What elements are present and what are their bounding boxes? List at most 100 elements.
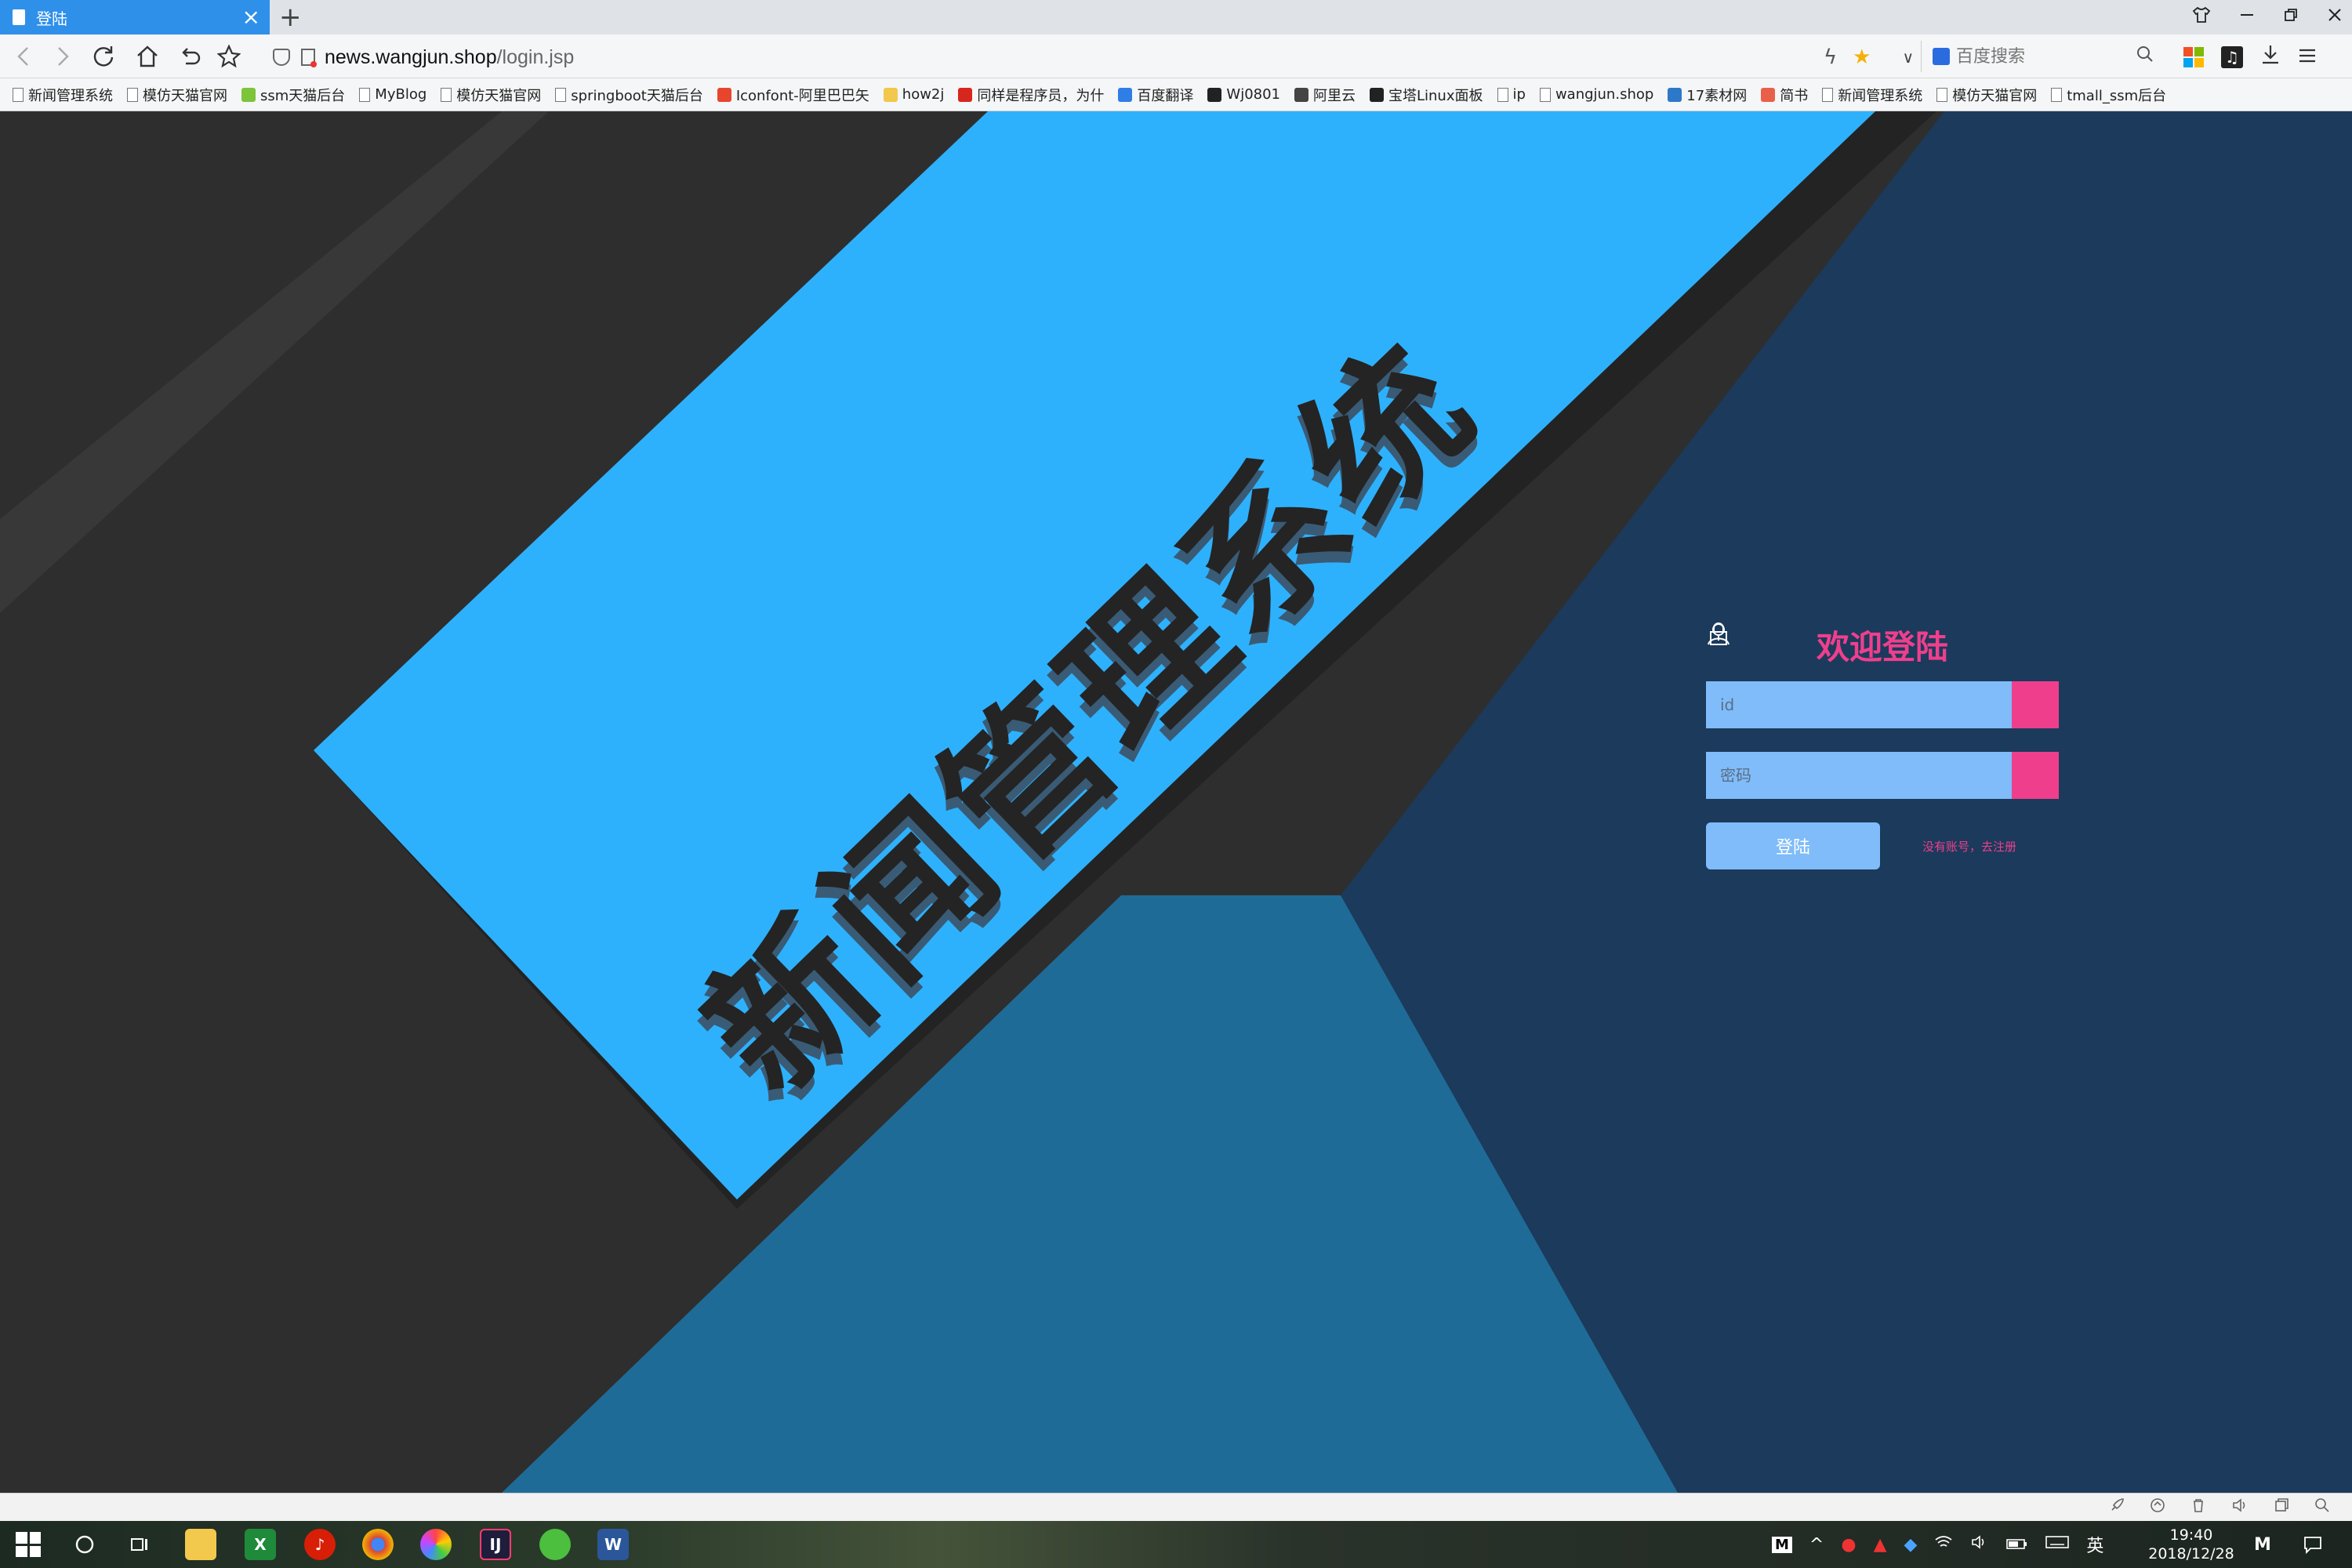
task-view-icon[interactable] [124,1529,155,1560]
bookmark-item[interactable]: 模仿天猫官网 [441,85,541,105]
jianshu-icon [1761,87,1776,102]
keyboard-icon[interactable] [2045,1534,2070,1555]
window-controls [2192,0,2343,34]
lightning-icon[interactable]: ϟ [1824,45,1837,69]
bookmark-label: tmall_ssm后台 [2067,87,2167,104]
m-app-icon[interactable]: M [1772,1536,1792,1553]
speedup-icon[interactable] [2150,1497,2165,1517]
zoom-icon[interactable] [2314,1497,2330,1517]
menu-icon[interactable] [2298,44,2317,70]
favorite-star-icon[interactable] [213,41,245,72]
close-window-icon[interactable] [2327,7,2343,27]
photos-icon[interactable] [420,1529,452,1560]
bookmark-label: 新闻管理系统 [28,87,113,104]
github-icon [1207,87,1222,102]
skin-icon[interactable] [2192,6,2211,28]
music-icon[interactable]: ♫ [2221,45,2243,68]
bookmark-item[interactable]: how2j [883,86,945,103]
home-icon[interactable] [132,41,163,72]
file-explorer-icon[interactable] [185,1529,216,1560]
antivirus-icon[interactable]: ▲ [1874,1535,1887,1555]
bookmark-item[interactable]: ssm天猫后台 [241,85,345,105]
bookmark-star-icon[interactable]: ★ [1853,45,1871,69]
address-bar-actions: ϟ ★ ∨ [1824,45,1914,69]
login-button[interactable]: 登陆 [1706,822,1880,869]
window-icon[interactable] [2274,1497,2289,1517]
tab-login[interactable]: 登陆 × [0,0,270,34]
bookmark-item[interactable]: wangjun.shop [1539,86,1653,103]
dropdown-chevron-icon[interactable]: ∨ [1902,48,1914,67]
download-icon[interactable] [2260,44,2281,70]
word-icon[interactable]: W [597,1529,629,1560]
bookmark-label: 模仿天猫官网 [456,87,542,104]
back-icon[interactable] [8,41,39,72]
login-page: 新闻管理系统 欢迎登陆 登陆 没有账号，去注册 [0,111,2352,1493]
bookmark-item[interactable]: 百度翻译 [1118,85,1193,105]
address-bar[interactable]: news.wangjun.shop /login.jsp [273,42,1817,72]
bookmark-item[interactable]: 阿里云 [1294,85,1356,105]
bookmark-label: how2j [902,86,945,103]
bookmark-label: 17素材网 [1686,87,1748,104]
sound-icon[interactable] [2231,1497,2249,1517]
netease-tray-icon[interactable]: ● [1841,1535,1856,1555]
intellij-icon[interactable]: IJ [480,1529,511,1560]
mm-app-icon[interactable]: M [2247,1529,2278,1560]
bookmark-label: 阿里云 [1313,87,1356,104]
windows-start-icon[interactable] [16,1532,41,1557]
browser-status-bar [0,1493,2352,1521]
bookmark-item[interactable]: 新闻管理系统 [13,85,113,105]
undo-icon[interactable] [174,41,205,72]
bookmark-item[interactable]: MyBlog [359,86,426,103]
bookmark-item[interactable]: Iconfont-阿里巴巴矢 [717,85,869,105]
page-icon [1936,87,1948,102]
bookmark-item[interactable]: ip [1497,86,1526,103]
bookmark-item[interactable]: 新闻管理系统 [1822,85,1922,105]
search-input[interactable] [1956,46,2136,67]
bookmark-item[interactable]: 模仿天猫官网 [1936,85,2037,105]
frog-app-icon[interactable] [539,1529,571,1560]
seventeen-icon [1668,87,1682,102]
search-box [1921,41,2172,72]
ime-indicator[interactable]: 英 [2086,1532,2103,1557]
leaf-icon [241,87,256,102]
apps-grid-icon[interactable] [2183,46,2204,67]
tab-close-icon[interactable]: × [242,6,260,28]
password-input[interactable] [1706,752,2012,799]
trash-icon[interactable] [2190,1497,2206,1517]
bookmark-item[interactable]: 简书 [1761,85,1808,105]
refresh-icon[interactable] [88,41,119,72]
bookmark-item[interactable]: 宝塔Linux面板 [1370,85,1483,105]
battery-icon[interactable] [2006,1535,2028,1555]
clock-date: 2018/12/28 [2148,1545,2234,1563]
register-link[interactable]: 没有账号，去注册 [1922,838,2016,855]
bookmark-item[interactable]: 模仿天猫官网 [127,85,227,105]
page-icon [13,87,24,102]
notifications-icon[interactable] [2297,1529,2328,1560]
excel-icon[interactable]: X [245,1529,276,1560]
clock[interactable]: 19:40 2018/12/28 [2148,1526,2234,1563]
chrome-icon[interactable] [362,1529,394,1560]
minimize-icon[interactable] [2239,7,2255,27]
bookmark-item[interactable]: Wj0801 [1207,86,1280,103]
bookmark-label: 新闻管理系统 [1838,87,1923,104]
defender-shield-icon[interactable]: ◆ [1904,1535,1917,1555]
forward-icon[interactable] [47,41,78,72]
bookmark-item[interactable]: tmall_ssm后台 [2051,85,2166,105]
wifi-icon[interactable] [1934,1534,1953,1555]
cortana-icon[interactable] [69,1529,100,1560]
id-input[interactable] [1706,681,2012,728]
restore-icon[interactable] [2283,7,2299,27]
volume-icon[interactable] [1970,1534,1989,1555]
rocket-icon[interactable] [2109,1497,2125,1517]
show-hidden-icons-icon[interactable]: ^ [1809,1535,1824,1555]
new-tab-button[interactable]: + [279,2,302,33]
search-icon[interactable] [2136,45,2154,67]
security-shield-icon[interactable] [273,49,290,66]
bookmark-item[interactable]: 17素材网 [1668,85,1747,105]
netease-music-icon[interactable]: ♪ [304,1529,336,1560]
page-favicon-icon [13,9,25,25]
bookmark-item[interactable]: springboot天猫后台 [555,85,703,105]
windows-taskbar: X ♪ IJ W M ^ ● ▲ ◆ 英 19:40 2018/12/28 M [0,1521,2352,1568]
bookmark-item[interactable]: 同样是程序员，为什 [958,85,1104,105]
insecure-page-icon[interactable] [301,49,317,67]
